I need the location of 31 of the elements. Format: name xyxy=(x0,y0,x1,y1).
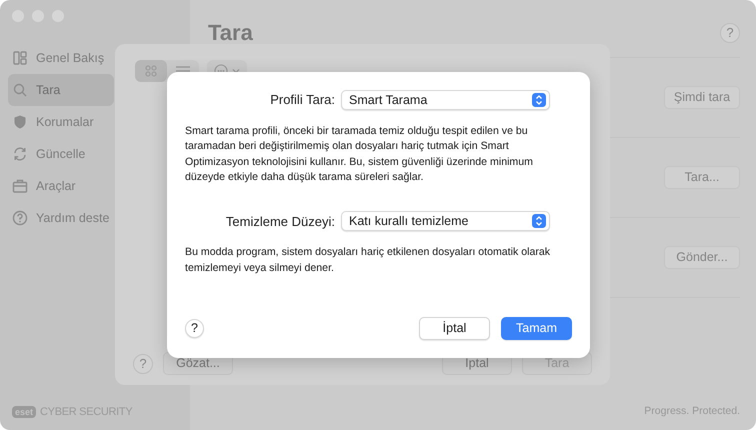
field-label: Profili Tara: xyxy=(269,91,335,110)
page-title: Tara xyxy=(208,19,253,47)
sidebar-item[interactable]: Araçlar xyxy=(8,170,114,202)
dropdown[interactable]: Katı kurallı temizleme xyxy=(341,211,550,232)
help-icon xyxy=(12,210,28,226)
briefcase-icon xyxy=(12,178,28,194)
help-button[interactable]: ? xyxy=(133,354,153,374)
sidebar-item[interactable]: Genel Bakış xyxy=(8,42,114,74)
refresh-icon xyxy=(12,146,28,162)
help-button[interactable]: ? xyxy=(720,22,740,42)
dialog-button[interactable]: İptal xyxy=(419,317,490,340)
description-text: Bu modda program, sistem dosyaları hariç etkilenen dosyaları otomatik olarak temizlemeyi veya silmeyi dener. xyxy=(185,245,552,276)
grid-icon xyxy=(145,65,157,77)
dropdown[interactable]: Smart Tarama xyxy=(341,90,550,110)
description-text: Smart tarama profili, önceki bir taramada temiz olduğu tespit edilen ve bu taramadan beri değiştirilmemiş olan dosyaları hariç tutmak için Smart Optimizasyon teknolojisini kullanır. Bu, sistem güvenliği üzerinde minimum düzeyde etkiyle daha düşük tarama süreleri sağlar. xyxy=(185,124,534,186)
search-icon xyxy=(12,82,28,98)
sidebar-item[interactable]: Tara xyxy=(8,74,114,106)
dialog-button[interactable]: Tamam xyxy=(501,317,572,340)
stepper-icon xyxy=(532,93,546,107)
sidebar-item[interactable]: Güncelle xyxy=(8,138,114,170)
sidebar-item[interactable]: Yardım deste xyxy=(8,202,114,234)
sidebar-item[interactable]: Korumalar xyxy=(8,106,114,138)
overview-icon xyxy=(12,50,28,66)
stepper-icon xyxy=(532,214,546,228)
action-button[interactable]: Gönder... xyxy=(664,246,740,269)
action-button[interactable]: Tara... xyxy=(664,166,740,189)
field-label: Temizleme Düzeyi: xyxy=(224,212,335,231)
view-toggle[interactable] xyxy=(135,60,167,82)
help-button[interactable]: ? xyxy=(185,319,204,338)
action-button[interactable]: Şimdi tara xyxy=(664,86,740,109)
shield-icon xyxy=(12,114,28,130)
